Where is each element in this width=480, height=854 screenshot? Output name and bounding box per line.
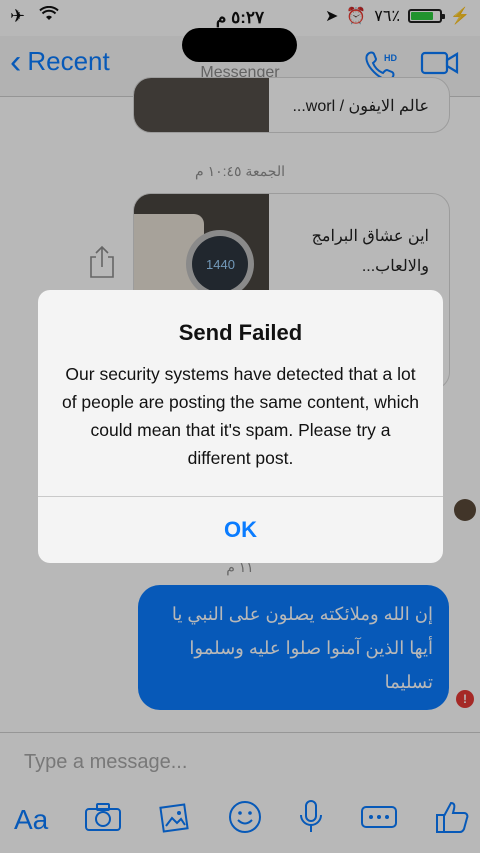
alert-message: Our security systems have detected that … (61, 364, 420, 468)
send-failed-alert: Send Failed Our security systems have de… (38, 290, 443, 563)
ok-button[interactable]: OK (38, 497, 443, 563)
alert-title: Send Failed (178, 320, 303, 345)
